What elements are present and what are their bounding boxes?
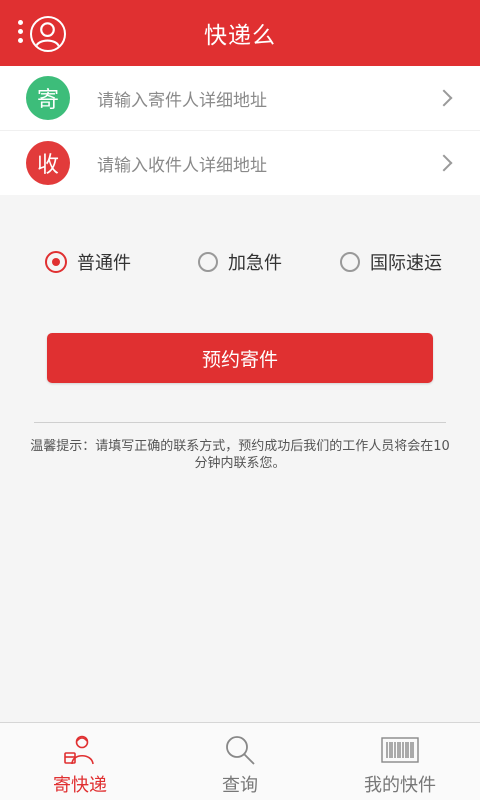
chevron-right-icon: [435, 154, 453, 172]
sender-badge: 寄: [26, 76, 70, 120]
shipping-type-label: 普通件: [77, 253, 131, 274]
page-title: 快递么: [204, 23, 276, 49]
tab-my-shipments[interactable]: 我的快件: [320, 723, 480, 800]
barcode-icon: [381, 733, 419, 767]
search-icon: [223, 733, 257, 767]
receiver-badge: 收: [26, 141, 70, 185]
shipping-type-express[interactable]: 加急件: [198, 245, 282, 279]
divider: [34, 422, 446, 423]
courier-icon: [63, 733, 97, 767]
tab-query[interactable]: 查询: [160, 723, 320, 800]
tab-label: 寄快递: [53, 775, 107, 796]
shipping-type-label: 加急件: [228, 253, 282, 274]
radio-icon[interactable]: [340, 252, 360, 272]
radio-icon[interactable]: [198, 252, 218, 272]
receiver-address-row[interactable]: 收 请输入收件人详细地址: [0, 131, 480, 195]
user-avatar-icon[interactable]: [30, 16, 66, 52]
book-shipment-button[interactable]: 预约寄件: [47, 333, 433, 383]
tab-label: 我的快件: [364, 775, 436, 796]
shipping-type-label: 国际速运: [370, 253, 442, 274]
app-header: 快递么: [0, 0, 480, 66]
receiver-address-placeholder: 请输入收件人详细地址: [97, 155, 267, 176]
tab-label: 查询: [222, 775, 258, 796]
radio-selected-icon[interactable]: [45, 251, 67, 273]
sender-address-placeholder: 请输入寄件人详细地址: [97, 90, 267, 111]
more-vertical-icon[interactable]: [18, 20, 24, 46]
warm-tip-text: 温馨提示：请填写正确的联系方式，预约成功后我们的工作人员将会在10分钟内联系您。: [30, 439, 450, 471]
shipping-type-normal[interactable]: 普通件: [45, 245, 131, 279]
shipping-type-group: 普通件 加急件 国际速运: [0, 245, 480, 279]
tab-send-express[interactable]: 寄快递: [0, 723, 160, 800]
chevron-right-icon: [435, 89, 453, 107]
bottom-tab-bar: 寄快递 查询 我的快件: [0, 722, 480, 800]
sender-address-row[interactable]: 寄 请输入寄件人详细地址: [0, 66, 480, 130]
shipping-type-international[interactable]: 国际速运: [340, 245, 442, 279]
